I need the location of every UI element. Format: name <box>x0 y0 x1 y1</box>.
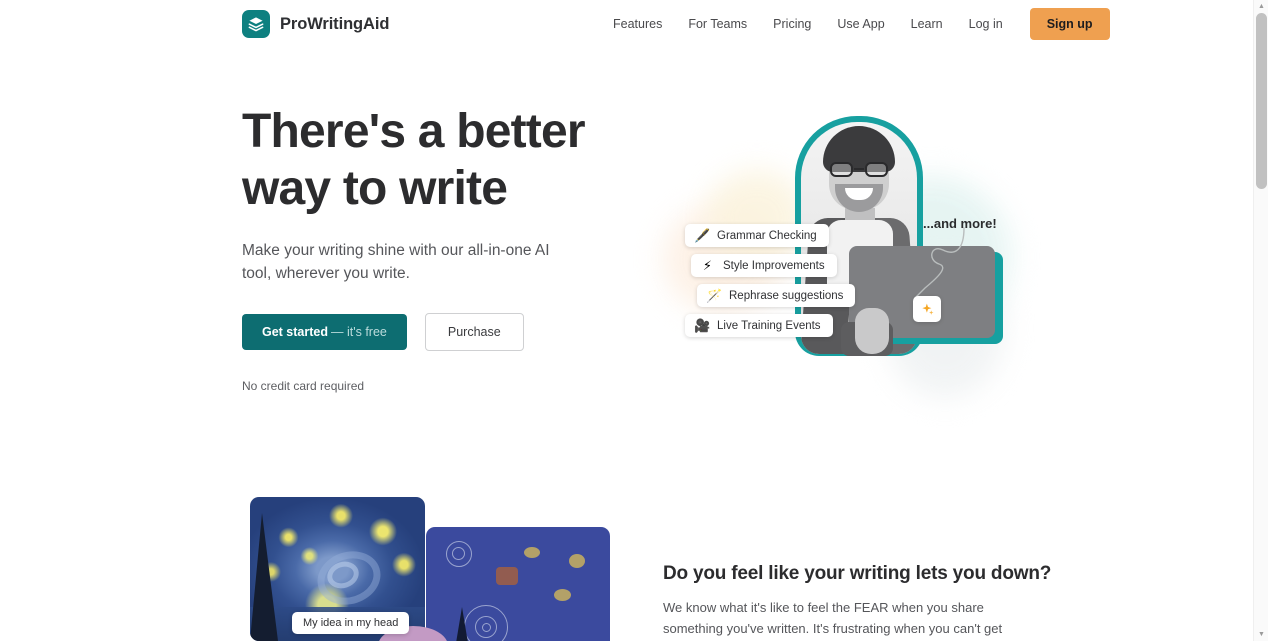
brand-name: ProWritingAid <box>280 14 390 33</box>
fountain-pen-icon: 🖋️ <box>694 228 711 243</box>
feature-chip-grammar-checking[interactable]: 🖋️ Grammar Checking <box>685 224 829 247</box>
no-credit-card-note: No credit card required <box>242 379 365 393</box>
stacked-pages-icon <box>242 10 270 38</box>
browser-viewport: ProWritingAid Features For Teams Pricing… <box>0 0 1253 641</box>
sign-up-button[interactable]: Sign up <box>1029 8 1110 40</box>
and-more-annotation: ...and more! <box>923 216 997 231</box>
scrollbar-thumb[interactable] <box>1256 13 1267 189</box>
lightning-bolt-icon: ⚡ <box>702 258 713 273</box>
hand <box>855 308 889 354</box>
hero-subtitle: Make your writing shine with our all-in-… <box>242 242 550 282</box>
main-navigation: Features For Teams Pricing Use App Learn… <box>600 0 1110 48</box>
nav-item-learn[interactable]: Learn <box>898 0 956 48</box>
my-idea-in-my-head-label: My idea in my head <box>292 612 410 634</box>
feature-chip-live-training-events[interactable]: 🎥 Live Training Events <box>685 314 833 337</box>
hero-illustration: ...and more! 🖋️ Grammar Checking ⚡ Style… <box>655 108 1025 438</box>
hero-cta-row: Get started — it's free Purchase <box>242 313 642 351</box>
lower-copy: Do you feel like your writing lets you d… <box>663 563 1052 641</box>
writing-lets-you-down-section: Do you feel like your writing lets you d… <box>0 478 1253 641</box>
nav-item-pricing[interactable]: Pricing <box>760 0 824 48</box>
nav-item-log-in[interactable]: Log in <box>956 0 1016 48</box>
glasses-icon <box>829 162 889 177</box>
sparkles-icon <box>913 296 941 322</box>
feature-chip-label: Rephrase suggestions <box>729 289 844 302</box>
feature-chip-rephrase-suggestions[interactable]: 🪄 Rephrase suggestions <box>697 284 856 307</box>
lower-section-body: We know what it's like to feel the FEAR … <box>663 600 1003 636</box>
get-started-label: Get started <box>262 325 328 339</box>
nav-item-features[interactable]: Features <box>600 0 675 48</box>
feature-chip-label: Style Improvements <box>723 259 825 272</box>
feature-chip-label: Live Training Events <box>717 319 821 332</box>
movie-camera-icon: 🎥 <box>694 318 711 333</box>
nav-item-for-teams[interactable]: For Teams <box>675 0 760 48</box>
scroll-down-arrow-icon[interactable]: ▼ <box>1254 628 1268 641</box>
get-started-button[interactable]: Get started — it's free <box>242 314 407 350</box>
feature-chip-style-improvements[interactable]: ⚡ Style Improvements <box>691 254 837 277</box>
feature-chip-label: Grammar Checking <box>717 229 817 242</box>
hero-section: There's a better way to write Make your … <box>0 48 1253 478</box>
lower-section-title: Do you feel like your writing lets you d… <box>663 563 1052 584</box>
page-root: ProWritingAid Features For Teams Pricing… <box>0 0 1268 641</box>
get-started-sublabel: — it's free <box>331 325 387 339</box>
magic-wand-icon: 🪄 <box>706 288 723 303</box>
hero-copy: There's a better way to write Make your … <box>242 103 642 393</box>
purchase-button[interactable]: Purchase <box>424 313 524 351</box>
site-header: ProWritingAid Features For Teams Pricing… <box>0 0 1253 48</box>
page-scrollbar[interactable]: ▲ ▼ <box>1253 0 1268 641</box>
brand-logo-link[interactable]: ProWritingAid <box>242 10 389 38</box>
hero-title: There's a better way to write <box>242 105 586 215</box>
simplified-painting-image <box>426 527 610 641</box>
scroll-up-arrow-icon[interactable]: ▲ <box>1254 0 1268 13</box>
feature-chip-list: 🖋️ Grammar Checking ⚡ Style Improvements… <box>685 224 856 337</box>
nav-item-use-app[interactable]: Use App <box>824 0 897 48</box>
